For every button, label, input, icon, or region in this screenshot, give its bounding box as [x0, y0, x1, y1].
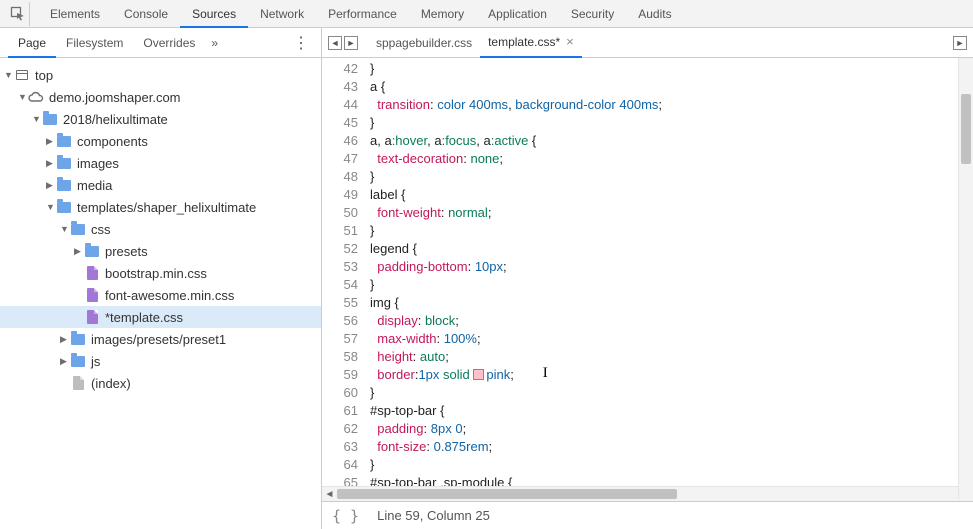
tree-index-file[interactable]: (index): [0, 372, 321, 394]
code-content[interactable]: }a { transition: color 400ms, background…: [366, 58, 973, 486]
main-tab-audits[interactable]: Audits: [626, 0, 683, 28]
tree-images-presets-folder[interactable]: ▶ images/presets/preset1: [0, 328, 321, 350]
navigator-tab-overrides[interactable]: Overrides: [133, 28, 205, 58]
nav-forward-icon[interactable]: ►: [344, 36, 358, 50]
code-editor[interactable]: 4243444546474849505152535455565758596061…: [322, 58, 973, 486]
tree-folder-components[interactable]: ▶components: [0, 130, 321, 152]
tree-top-frame[interactable]: ▼ top: [0, 64, 321, 86]
navigator-tab-page[interactable]: Page: [8, 28, 56, 58]
editor-panel: ◄ ► sppagebuilder.csstemplate.css*× ► 42…: [322, 28, 973, 529]
tree-file[interactable]: bootstrap.min.css: [0, 262, 321, 284]
main-tab-network[interactable]: Network: [248, 0, 316, 28]
scroll-left-icon[interactable]: ◄: [322, 489, 337, 500]
tree-js-folder[interactable]: ▶ js: [0, 350, 321, 372]
nav-back-icon[interactable]: ◄: [328, 36, 342, 50]
editor-nav-arrows[interactable]: ◄ ►: [328, 36, 358, 50]
navigator-panel: PageFilesystemOverrides » ⋮ ▼ top ▼ demo…: [0, 28, 322, 529]
folder-icon: [43, 114, 57, 125]
pretty-print-icon[interactable]: { }: [332, 507, 359, 525]
color-swatch[interactable]: [473, 369, 484, 380]
tree-file[interactable]: font-awesome.min.css: [0, 284, 321, 306]
scrollbar-thumb[interactable]: [961, 94, 971, 164]
folder-icon: [57, 136, 71, 147]
navigator-tabs: PageFilesystemOverrides » ⋮: [0, 28, 321, 58]
main-tab-memory[interactable]: Memory: [409, 0, 476, 28]
folder-icon: [71, 224, 85, 235]
text-cursor: I: [543, 365, 548, 382]
line-gutter: 4243444546474849505152535455565758596061…: [322, 58, 366, 486]
css-file-icon: [87, 288, 98, 302]
horizontal-scrollbar[interactable]: ◄ ►: [322, 486, 973, 501]
scrollbar-thumb[interactable]: [337, 489, 677, 499]
cloud-icon: [28, 89, 44, 105]
vertical-scrollbar[interactable]: [958, 58, 973, 499]
close-icon[interactable]: ×: [566, 27, 574, 57]
toggle-drawer-icon[interactable]: ►: [953, 35, 967, 50]
tree-domain[interactable]: ▼ demo.joomshaper.com: [0, 86, 321, 108]
tree-presets-folder[interactable]: ▶ presets: [0, 240, 321, 262]
main-tab-application[interactable]: Application: [476, 0, 559, 28]
file-tree: ▼ top ▼ demo.joomshaper.com ▼ 2018/helix…: [0, 58, 321, 529]
folder-icon: [57, 202, 71, 213]
editor-tabs: ◄ ► sppagebuilder.csstemplate.css*× ►: [322, 28, 973, 58]
tree-folder-media[interactable]: ▶media: [0, 174, 321, 196]
navigator-tab-filesystem[interactable]: Filesystem: [56, 28, 133, 58]
editor-status-bar: { } Line 59, Column 25: [322, 501, 973, 529]
main-tab-elements[interactable]: Elements: [38, 0, 112, 28]
editor-tab[interactable]: template.css*×: [480, 28, 582, 58]
inspect-element-icon[interactable]: [6, 2, 30, 26]
document-icon: [73, 376, 84, 390]
tree-templates-folder[interactable]: ▼ templates/shaper_helixultimate: [0, 196, 321, 218]
cursor-position: Line 59, Column 25: [377, 508, 490, 523]
devtools-main-tabs: ElementsConsoleSourcesNetworkPerformance…: [0, 0, 973, 28]
more-tabs-icon[interactable]: »: [211, 36, 218, 50]
css-file-icon: [87, 266, 98, 280]
tree-path-folder[interactable]: ▼ 2018/helixultimate: [0, 108, 321, 130]
tree-file[interactable]: *template.css: [0, 306, 321, 328]
folder-icon: [57, 180, 71, 191]
folder-icon: [71, 334, 85, 345]
window-icon: [16, 70, 28, 80]
main-tab-sources[interactable]: Sources: [180, 0, 248, 28]
main-tab-performance[interactable]: Performance: [316, 0, 409, 28]
folder-icon: [85, 246, 99, 257]
main-tab-console[interactable]: Console: [112, 0, 180, 28]
main-tab-security[interactable]: Security: [559, 0, 626, 28]
css-file-icon: [87, 310, 98, 324]
content-area: PageFilesystemOverrides » ⋮ ▼ top ▼ demo…: [0, 28, 973, 529]
tree-folder-images[interactable]: ▶images: [0, 152, 321, 174]
navigator-menu-icon[interactable]: ⋮: [293, 33, 313, 53]
tree-css-folder[interactable]: ▼ css: [0, 218, 321, 240]
folder-icon: [71, 356, 85, 367]
folder-icon: [57, 158, 71, 169]
editor-tab[interactable]: sppagebuilder.css: [368, 28, 480, 58]
